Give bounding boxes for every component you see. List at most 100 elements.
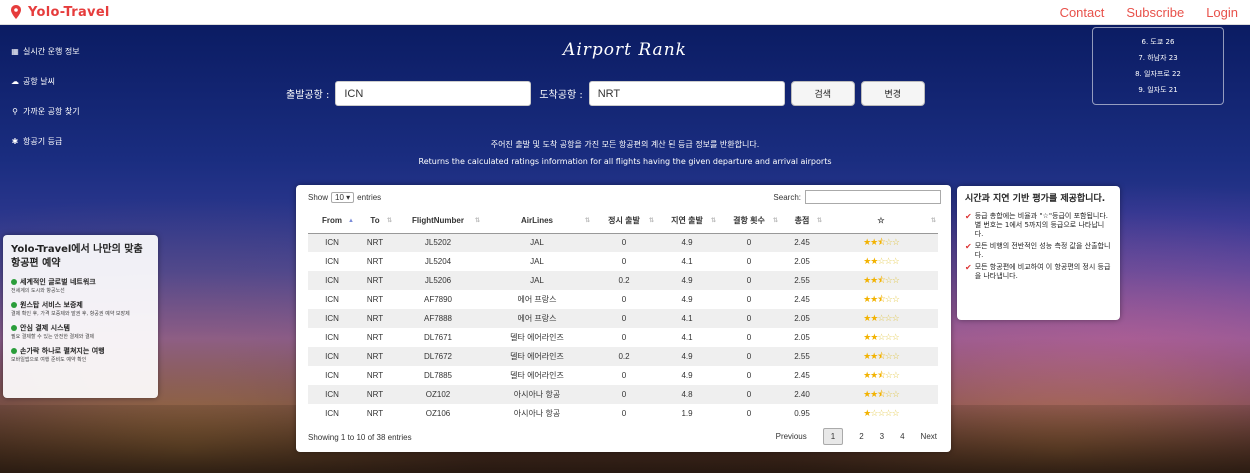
column-header[interactable]: FlightNumber ⇅	[394, 209, 482, 234]
column-header[interactable]: 총점 ⇅	[780, 209, 824, 234]
swap-button[interactable]: 변경	[860, 81, 925, 106]
star-rating: ★★⯪☆☆	[863, 388, 900, 399]
search-button[interactable]: 검색	[790, 81, 855, 106]
cell-flight: AF7890	[423, 295, 453, 304]
rating-info-text: 등급 총합에는 비율과 "☆"등급이 포함됩니다. 별 번호는 1에서 5까지의…	[974, 212, 1109, 238]
login-link[interactable]: Login	[1206, 5, 1238, 20]
cell-delay: 4.8	[656, 385, 718, 404]
cell-stars: ★★⯪☆☆	[824, 290, 938, 309]
cell-cancel: 0	[746, 295, 752, 304]
promo-feature-title: 안심 결제 시스템	[20, 324, 70, 332]
table-row[interactable]: ICN NRT DL7885 델타 에어라인즈 0 4.9 0 2.45 ★★⯪☆☆	[308, 366, 938, 385]
cell-airline: JAL	[530, 257, 544, 266]
cell-to: NRT	[356, 271, 394, 290]
sort-icon: ⇅	[584, 218, 590, 224]
cell-flight: AF7888	[394, 309, 482, 328]
cell-score: 2.55	[780, 347, 824, 366]
promo-feature-title: 손가락 하나로 펼쳐지는 여행	[20, 347, 105, 355]
cell-ontime: 0	[592, 385, 656, 404]
star-rating: ★★⯪☆☆	[863, 350, 900, 361]
table-row[interactable]: ICN NRT OZ102 아시아나 항공 0 4.8 0 2.40 ★★⯪☆☆	[308, 385, 938, 404]
subscribe-link[interactable]: Subscribe	[1126, 5, 1184, 20]
cell-delay: 4.9	[656, 271, 718, 290]
table-row[interactable]: ICN NRT AF7888 에어 프랑스 0 4.1 0 2.05 ★★☆☆☆	[308, 309, 938, 328]
star-empty-icon: ☆	[877, 313, 885, 323]
cell-ontime: 0	[621, 295, 627, 304]
star-empty-icon: ☆	[891, 388, 900, 399]
column-header[interactable]: AirLines ⇅	[482, 209, 592, 234]
star-half-icon: ⯪	[877, 350, 885, 361]
cell-airline: 델타 에어라인즈	[510, 333, 564, 342]
cell-score: 2.45	[780, 233, 824, 252]
cell-cancel: 0	[718, 347, 780, 366]
column-header-label: ☆	[877, 216, 885, 226]
sort-icon: ⇅	[930, 218, 936, 224]
cell-ontime: 0.2	[592, 271, 656, 290]
table-search: Search:	[773, 190, 941, 204]
arrival-input[interactable]: NRT	[588, 81, 785, 106]
page-2-button[interactable]: 2	[859, 432, 863, 441]
column-header-label: FlightNumber	[412, 216, 464, 226]
cell-cancel: 0	[746, 333, 752, 342]
cell-stars: ★★☆☆☆	[824, 309, 938, 328]
cell-to: NRT	[366, 295, 384, 304]
cell-flight: JL5204	[424, 257, 452, 266]
star-half-icon: ⯪	[877, 274, 885, 285]
table-row[interactable]: ICN NRT JL5204 JAL 0 4.1 0 2.05 ★★☆☆☆	[308, 252, 938, 271]
column-header-label: To	[370, 216, 380, 226]
cell-cancel: 0	[746, 257, 752, 266]
star-empty-icon: ☆	[877, 408, 885, 418]
column-header[interactable]: From ▲	[308, 209, 356, 234]
cell-to: NRT	[366, 333, 384, 342]
rating-info-text: 모든 항공편에 비교하여 이 항공편의 정시 등급을 나타냅니다.	[974, 263, 1111, 280]
table-row[interactable]: ICN NRT AF7890 에어 프랑스 0 4.9 0 2.45 ★★⯪☆☆	[308, 290, 938, 309]
departure-input[interactable]: ICN	[335, 81, 532, 106]
page-4-button[interactable]: 4	[900, 432, 904, 441]
cell-ontime: 0	[592, 233, 656, 252]
column-header-label: 총점	[794, 216, 810, 226]
column-header[interactable]: 지연 출발 ⇅	[656, 209, 718, 234]
table-row[interactable]: ICN NRT JL5206 JAL 0.2 4.9 0 2.55 ★★⯪☆☆	[308, 271, 938, 290]
column-header[interactable]: ☆ ⇅	[824, 209, 938, 234]
table-row[interactable]: ICN NRT OZ106 아시아나 항공 0 1.9 0 0.95 ★☆☆☆☆	[308, 404, 938, 423]
ratings-table: From ▲ To ⇅ FlightNumber ⇅ AirLines ⇅ 정시 출발 ⇅ 지연 출…	[308, 209, 938, 423]
side-menu-item-nearby[interactable]: ⚲ 가까운 공항 찾기	[10, 96, 80, 126]
sort-icon: ⇅	[648, 218, 654, 224]
page-3-button[interactable]: 3	[880, 432, 884, 441]
brand-logo[interactable]: Yolo-Travel	[10, 5, 110, 20]
star-half-icon: ⯪	[877, 236, 885, 247]
table-search-input[interactable]	[805, 190, 941, 204]
star-empty-icon: ☆	[884, 256, 893, 266]
bullet-icon	[11, 302, 17, 308]
cell-score: 2.40	[780, 385, 824, 404]
cell-delay: 1.9	[681, 409, 693, 418]
table-row[interactable]: ICN NRT DL7672 델타 에어라인즈 0.2 4.9 0 2.55 ★★⯪☆☆	[308, 347, 938, 366]
entries-select[interactable]: 10 ▾	[331, 192, 355, 203]
column-header[interactable]: 결항 횟수 ⇅	[718, 209, 780, 234]
brand-name: Yolo-Travel	[28, 4, 110, 20]
star-empty-icon: ☆	[877, 332, 885, 342]
contact-link[interactable]: Contact	[1060, 5, 1105, 20]
arrival-label: 도착공항 :	[539, 90, 583, 101]
cell-ontime: 0.2	[592, 347, 656, 366]
cell-delay: 4.9	[656, 233, 718, 252]
table-row[interactable]: ICN NRT DL7671 델타 에어라인즈 0 4.1 0 2.05 ★★☆☆☆	[308, 328, 938, 347]
cell-airline: 델타 에어라인즈	[482, 347, 592, 366]
cell-score: 2.05	[794, 257, 810, 266]
page-1-button[interactable]: 1	[822, 428, 844, 445]
next-button[interactable]: Next	[921, 432, 937, 441]
rating-info-heading: 시간과 지연 기반 평가를 제공합니다.	[965, 194, 1106, 204]
previous-button[interactable]: Previous	[776, 432, 807, 441]
sort-icon: ⇅	[772, 218, 778, 224]
side-menu-item-weather[interactable]: ☁ 공항 날씨	[10, 66, 80, 96]
column-header[interactable]: 정시 출발 ⇅	[592, 209, 656, 234]
star-rating: ★★⯪☆☆	[863, 274, 900, 285]
entries-control: Show 10 ▾ entries	[308, 192, 381, 203]
star-empty-icon: ☆	[884, 236, 893, 247]
ratings-table-panel: Show 10 ▾ entries Search: From ▲ To ⇅ Flight…	[296, 185, 951, 452]
sort-icon: ▲	[348, 218, 354, 224]
table-row[interactable]: ICN NRT JL5202 JAL 0 4.9 0 2.45 ★★⯪☆☆	[308, 233, 938, 252]
cell-airline: 에어 프랑스	[517, 295, 557, 304]
column-header[interactable]: To ⇅	[356, 209, 394, 234]
cell-stars: ★★⯪☆☆	[824, 233, 938, 252]
